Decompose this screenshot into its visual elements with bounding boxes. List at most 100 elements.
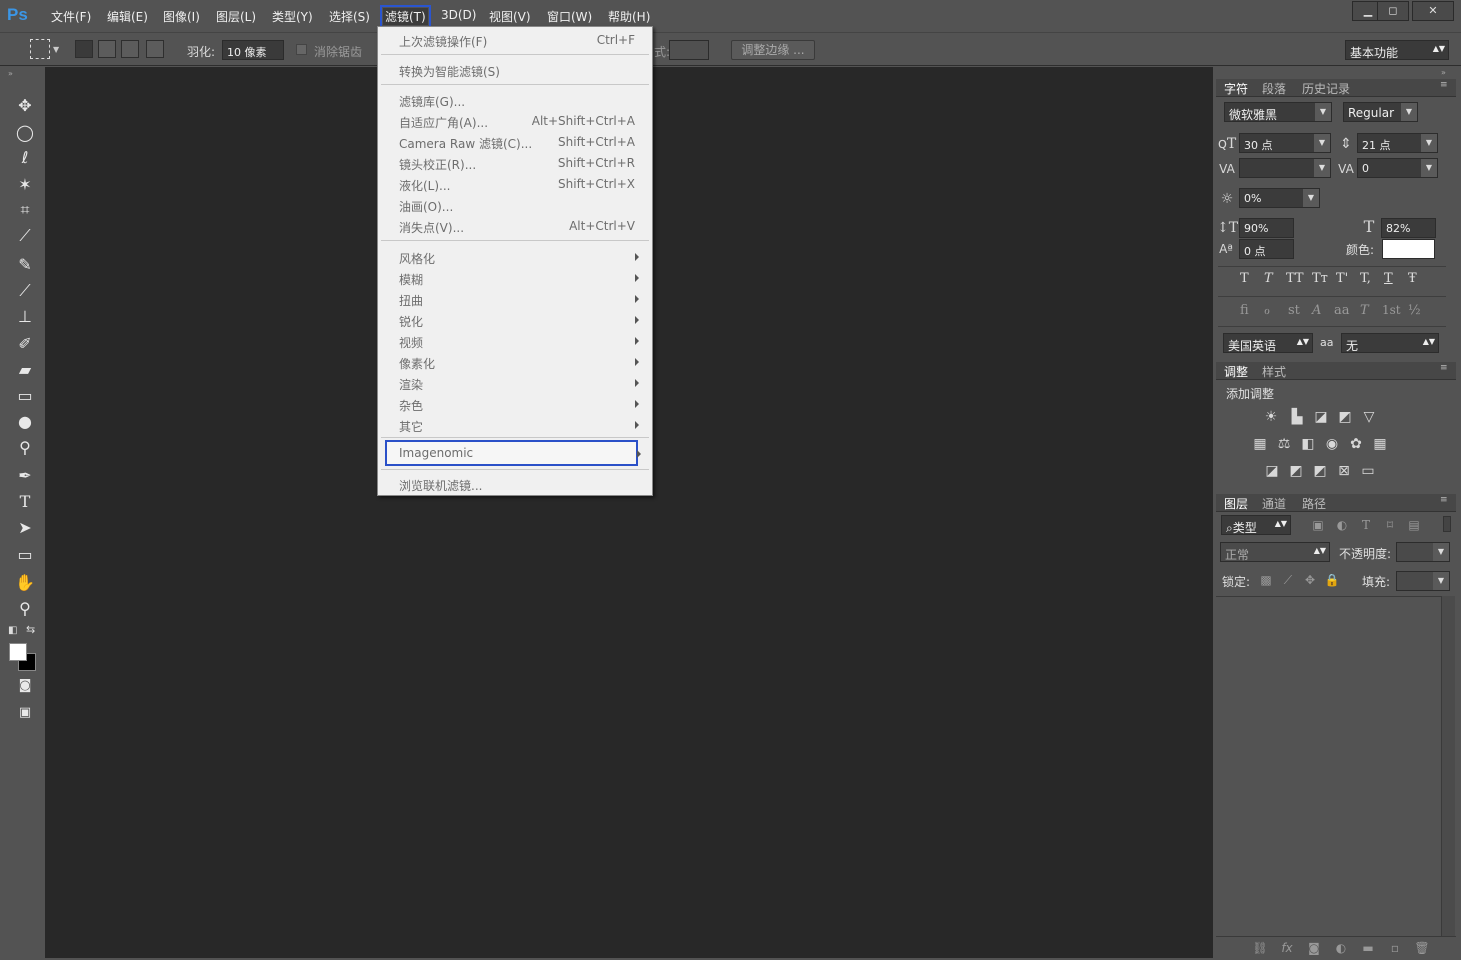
zoom-tool-icon[interactable]: ⚲ [14,598,36,620]
tab-adjustments[interactable]: 调整 [1224,363,1248,380]
ligatures-button[interactable]: ﬁ [1240,303,1249,318]
menu-image[interactable]: 图像(I) [163,8,200,25]
subtract-selection-icon[interactable] [121,40,139,58]
channel-mixer-icon[interactable]: ✿ [1347,435,1365,453]
filter-shape-icon[interactable]: ⌑ [1381,516,1399,534]
maximize-button[interactable]: ◻ [1377,1,1409,21]
tab-channels[interactable]: 通道 [1262,495,1286,512]
menu-item-blur[interactable]: 模糊 [399,271,639,290]
menu-item-filter-gallery[interactable]: 滤镜库(G)... [399,93,635,112]
workspace-select[interactable]: 基本功能 ▲▼ [1345,40,1449,60]
magic-wand-icon[interactable]: ✶ [14,174,36,196]
tab-layers[interactable]: 图层 [1224,495,1248,512]
gradient-tool-icon[interactable]: ▭ [14,385,36,407]
antialias-method-select[interactable]: 无 ▲▼ [1341,333,1439,353]
lasso-tool-icon[interactable]: ℓ [14,147,36,169]
path-select-icon[interactable]: ➤ [14,517,36,539]
menu-item-convert-smart-filters[interactable]: 转换为智能滤镜(S) [399,63,635,82]
small-caps-button[interactable]: Tт [1312,271,1328,286]
menu-item-stylize[interactable]: 风格化 [399,250,639,269]
font-style-select[interactable]: Regular ▼ [1343,102,1418,122]
fractions-button[interactable]: ½ [1408,303,1421,318]
text-color-swatch[interactable] [1382,239,1435,259]
subscript-button[interactable]: T, [1360,271,1371,286]
default-colors-icon[interactable]: ◧ [8,625,17,636]
levels-icon[interactable]: ▙ [1288,408,1306,426]
invert-icon[interactable]: ◪ [1263,462,1281,480]
new-adjustment-icon[interactable]: ◐ [1332,939,1350,957]
filter-pixel-icon[interactable]: ▣ [1309,516,1327,534]
strikethrough-button[interactable]: Ŧ [1408,271,1417,286]
close-button[interactable]: ✕ [1412,1,1454,21]
type-tool-icon[interactable]: T [14,491,36,513]
old-style-button[interactable]: ℴ [1264,303,1270,318]
layers-scrollbar[interactable] [1441,596,1455,936]
dodge-tool-icon[interactable]: ⚲ [14,437,36,459]
menu-item-imagenomic[interactable]: Imagenomic [385,440,638,466]
kerning-input[interactable]: ▼ [1239,158,1331,178]
tracking-input[interactable]: 0 ▼ [1357,158,1438,178]
quick-mask-icon[interactable]: ◙ [14,675,36,697]
layers-panel-menu-icon[interactable]: ≡ [1440,495,1448,505]
intersect-selection-icon[interactable] [146,40,164,58]
brush-tool-icon[interactable]: ⟋ [14,280,36,302]
menu-edit[interactable]: 编辑(E) [107,8,148,25]
menu-item-render[interactable]: 渲染 [399,376,639,395]
horizontal-scale-input[interactable]: 82% [1381,218,1436,238]
discretionary-ligatures-button[interactable]: st [1288,303,1300,318]
menu-view[interactable]: 视图(V) [489,8,531,25]
faux-italic-button[interactable]: T [1264,271,1273,286]
language-select[interactable]: 美国英语 ▲▼ [1223,333,1313,353]
fill-input[interactable]: ▼ [1396,571,1450,591]
tool-preset-chevron-icon[interactable]: ▼ [53,45,59,54]
rect-marquee-icon[interactable] [30,39,50,59]
menu-item-browse-online-filters[interactable]: 浏览联机滤镜... [399,477,635,496]
pen-tool-icon[interactable]: ✒ [14,465,36,487]
menu-file[interactable]: 文件(F) [51,8,91,25]
swash-button[interactable]: A [1312,303,1321,318]
menu-item-sharpen[interactable]: 锐化 [399,313,639,332]
menu-select[interactable]: 选择(S) [329,8,370,25]
collapse-toolbox-icon[interactable]: » [8,69,13,78]
blend-mode-select[interactable]: 正常 ▲▼ [1220,542,1330,562]
ordinals-button[interactable]: 1st [1382,303,1401,317]
font-family-select[interactable]: 微软雅黑 ▼ [1224,102,1332,122]
baseline-shift-input[interactable]: 0 点 [1239,239,1294,259]
vibrance-icon[interactable]: ▽ [1360,408,1378,426]
tab-styles[interactable]: 样式 [1262,363,1286,380]
lock-transparency-icon[interactable]: ▩ [1257,571,1275,589]
menu-item-camera-raw[interactable]: Camera Raw 滤镜(C)... Shift+Ctrl+A [399,135,635,154]
feather-input[interactable]: 10 像素 [222,40,284,60]
screen-mode-icon[interactable]: ▣ [14,702,36,724]
menu-item-video[interactable]: 视频 [399,334,639,353]
ellipse-marquee-icon[interactable]: ◯ [14,122,36,144]
panel-menu-icon[interactable]: ≡ [1440,80,1448,90]
opacity-input[interactable]: ▼ [1396,542,1450,562]
menu-item-noise[interactable]: 杂色 [399,397,639,416]
menu-layer[interactable]: 图层(L) [216,8,256,25]
menu-item-distort[interactable]: 扭曲 [399,292,639,311]
posterize-icon[interactable]: ◩ [1287,462,1305,480]
exposure-icon[interactable]: ◩ [1336,408,1354,426]
menu-window[interactable]: 窗口(W) [547,8,592,25]
blur-tool-icon[interactable]: ● [14,411,36,433]
tsume-input[interactable]: 0% ▼ [1239,188,1320,208]
tab-paragraph[interactable]: 段落 [1262,80,1286,97]
color-lookup-icon[interactable]: ▦ [1371,435,1389,453]
height-input[interactable] [669,40,709,60]
filter-adjustment-icon[interactable]: ◐ [1333,516,1351,534]
menu-item-last-filter[interactable]: 上次滤镜操作(F) Ctrl+F [399,33,635,52]
brightness-contrast-icon[interactable]: ☀ [1262,408,1280,426]
all-caps-button[interactable]: TT [1286,271,1304,286]
font-size-input[interactable]: 30 点 ▼ [1239,133,1331,153]
menu-filter[interactable]: 滤镜(T) [380,5,431,28]
collapse-panels-icon[interactable]: » [1441,68,1446,77]
lock-all-icon[interactable]: 🔒 [1323,571,1341,589]
menu-help[interactable]: 帮助(H) [608,8,650,25]
move-tool-icon[interactable]: ✥ [14,95,36,117]
tab-character[interactable]: 字符 [1224,80,1248,97]
history-brush-icon[interactable]: ✐ [14,333,36,355]
selective-color-icon[interactable]: ⊠ [1335,462,1353,480]
menu-type[interactable]: 类型(Y) [272,8,313,25]
stylistic-alternates-button[interactable]: aa [1334,303,1350,318]
